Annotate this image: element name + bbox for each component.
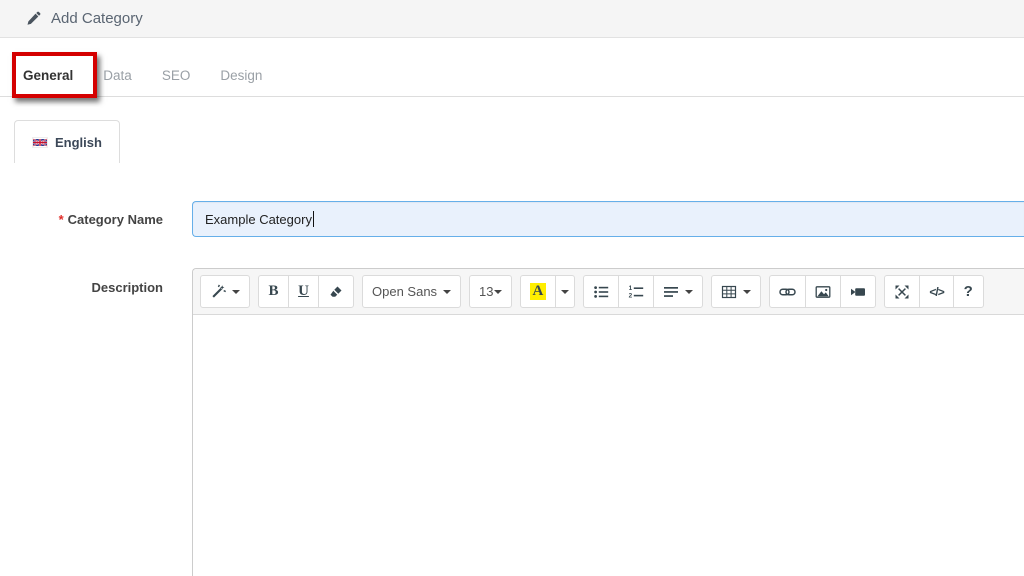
tab-seo[interactable]: SEO	[147, 54, 206, 96]
align-left-icon	[663, 284, 679, 300]
main-tabs: General Data SEO Design	[0, 52, 1024, 98]
codeview-icon: </>	[929, 284, 944, 299]
fullscreen-button[interactable]	[884, 275, 921, 308]
category-name-value: Example Category	[205, 211, 312, 227]
link-icon	[779, 284, 797, 300]
font-family-group: Open Sans	[362, 275, 462, 308]
font-size-group: 13	[469, 275, 512, 308]
category-name-input[interactable]: Example Category	[192, 201, 1024, 237]
magic-wand-icon	[210, 284, 226, 300]
text-cursor	[312, 211, 314, 227]
eraser-icon	[328, 284, 344, 300]
font-family-dropdown[interactable]: Open Sans	[362, 275, 462, 308]
table-icon	[721, 284, 737, 300]
required-asterisk: *	[58, 212, 64, 227]
picture-button[interactable]	[805, 275, 842, 308]
rich-text-editor: B U Open Sans 13 A 1 2 </> ?	[192, 268, 1024, 576]
tab-data[interactable]: Data	[88, 54, 147, 96]
fullscreen-icon	[894, 284, 910, 300]
style-group	[200, 275, 250, 308]
picture-icon	[815, 284, 831, 300]
link-button[interactable]	[769, 275, 807, 308]
font-size-dropdown[interactable]: 13	[469, 275, 512, 308]
tab-design[interactable]: Design	[205, 54, 277, 96]
chevron-down-icon	[685, 289, 694, 294]
chevron-down-icon	[743, 289, 752, 294]
insert-group	[769, 275, 877, 308]
codeview-button[interactable]: </>	[919, 275, 954, 308]
table-button[interactable]	[711, 275, 762, 308]
eraser-button[interactable]	[318, 275, 354, 308]
ordered-list-icon: 1 2	[628, 284, 644, 300]
pencil-icon	[26, 11, 41, 26]
category-name-label: * Category Name	[58, 212, 163, 227]
paragraph-group: 1 2	[583, 275, 704, 308]
chevron-down-icon	[493, 289, 502, 294]
description-row: Description B U Open Sans 13 A 1 2 </> ?	[0, 268, 1024, 576]
underline-button[interactable]: U	[288, 275, 319, 308]
table-group	[711, 275, 762, 308]
unordered-list-button[interactable]	[583, 275, 620, 308]
tab-general[interactable]: General	[8, 54, 88, 96]
underline-icon: U	[298, 283, 309, 299]
editor-content-area[interactable]	[193, 315, 1024, 576]
language-tab-label: English	[55, 134, 102, 150]
unordered-list-icon	[593, 284, 609, 300]
svg-text:2: 2	[629, 292, 633, 299]
chevron-down-icon	[232, 289, 240, 294]
language-tabs: English	[14, 120, 1024, 163]
editor-toolbar: B U Open Sans 13 A 1 2 </> ?	[193, 269, 1024, 315]
description-label: Description	[91, 280, 163, 295]
category-name-row: * Category Name Example Category	[0, 201, 1024, 237]
chevron-down-icon	[561, 289, 570, 294]
ordered-list-button[interactable]: 1 2	[618, 275, 655, 308]
gb-flag-icon	[32, 136, 48, 148]
video-icon	[850, 284, 866, 300]
paragraph-align-button[interactable]	[653, 275, 704, 308]
svg-text:1: 1	[629, 285, 633, 292]
help-button[interactable]: ?	[952, 275, 984, 308]
page-title: Add Category	[51, 10, 143, 27]
bold-icon: B	[268, 283, 279, 299]
font-family-value: Open Sans	[372, 284, 438, 299]
magic-style-button[interactable]	[200, 275, 250, 308]
video-button[interactable]	[840, 275, 877, 308]
font-color-button[interactable]: A	[519, 275, 557, 308]
tab-language-english[interactable]: English	[14, 120, 120, 163]
view-group: </> ?	[884, 275, 984, 308]
font-color-group: A	[519, 275, 576, 308]
bold-button[interactable]: B	[258, 275, 289, 308]
chevron-down-icon	[443, 289, 452, 294]
help-icon: ?	[963, 283, 973, 300]
font-style-group: B U	[258, 275, 354, 308]
font-size-value: 13	[479, 284, 494, 299]
page-header: Add Category	[0, 0, 1024, 38]
font-color-icon: A	[529, 283, 547, 300]
font-color-more-button[interactable]	[555, 275, 576, 308]
